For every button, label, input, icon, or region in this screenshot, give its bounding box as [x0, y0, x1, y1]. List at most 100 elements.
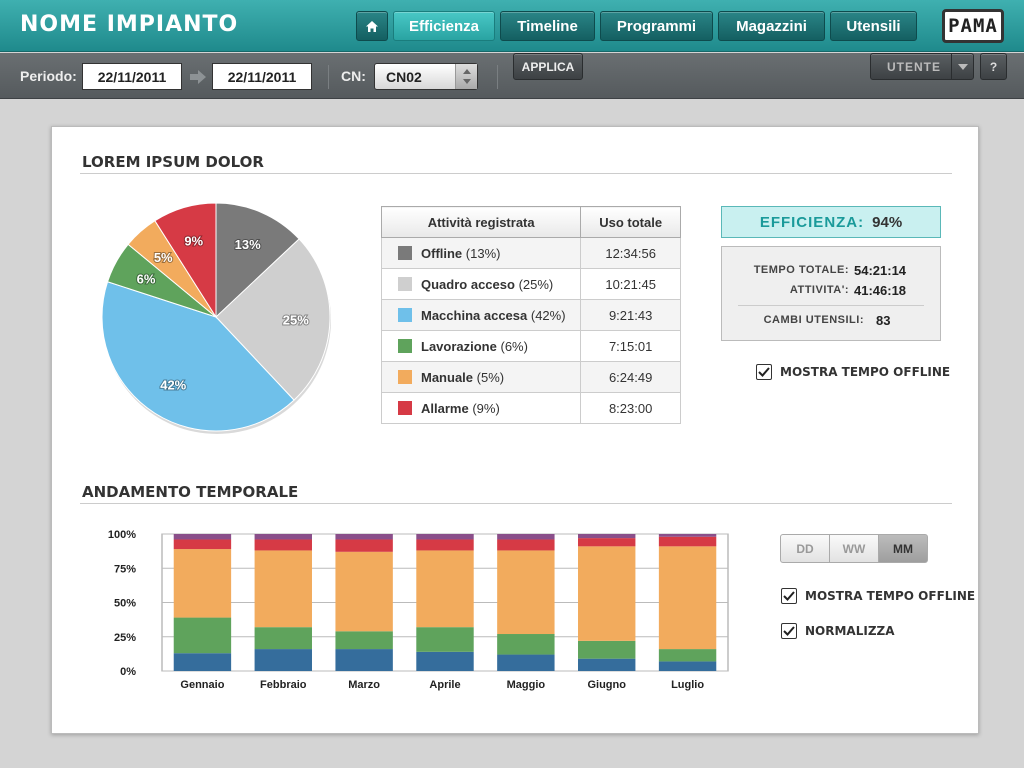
trend-section-title: ANDAMENTO TEMPORALE [82, 483, 299, 501]
segment-mm[interactable]: MM [878, 534, 928, 563]
pie-label: 6% [137, 272, 156, 287]
checkbox[interactable] [781, 588, 797, 604]
x-tick-label: Aprile [429, 679, 460, 691]
y-tick-label: 75% [114, 563, 136, 575]
x-tick-label: Marzo [348, 679, 380, 691]
checkmark-icon [783, 591, 795, 601]
bar-segment [578, 534, 636, 539]
nav-tab-efficienza[interactable]: Efficienza [393, 11, 495, 41]
main-nav: Efficienza Timeline Programmi Magazzini … [356, 11, 917, 41]
activity-name: Quadro acceso [421, 276, 515, 292]
bar-segment [658, 661, 717, 671]
tool-changes-label: CAMBI UTENSILI: [763, 314, 864, 326]
checkmark-icon [783, 626, 795, 636]
cn-select-value: CN02 [386, 69, 422, 85]
period-granularity-toggle: DD WW MM [780, 534, 928, 563]
show-offline-checkbox-trend[interactable]: MOSTRA TEMPO OFFLINE [781, 588, 975, 604]
home-button[interactable] [356, 11, 388, 41]
bar-segment [335, 551, 393, 632]
efficiency-label: EFFICIENZA: [759, 213, 865, 231]
bar-segment [416, 539, 474, 551]
x-tick-label: Febbraio [260, 679, 307, 691]
tool-changes-value: 83 [876, 313, 891, 328]
table-row: Quadro acceso (25%) 10:21:45 [380, 268, 681, 300]
activity-pct: (9%) [472, 400, 500, 416]
date-to-input[interactable]: 22/11/2011 [212, 63, 312, 90]
bar-segment [254, 627, 312, 650]
user-menu-button[interactable]: UTENTE [870, 53, 974, 80]
usage-cell: 8:23:00 [580, 392, 681, 424]
bar-segment [658, 534, 717, 537]
table-row: Lavorazione (6%) 7:15:01 [380, 330, 681, 362]
activity-cell: Manuale (5%) [380, 361, 582, 393]
segment-ww[interactable]: WW [829, 534, 879, 563]
legend-swatch [398, 369, 412, 384]
legend-swatch [398, 338, 412, 353]
bar-segment [578, 658, 636, 671]
activity-cell: Lavorazione (6%) [380, 330, 582, 362]
bar-segment [497, 654, 555, 671]
usage-cell: 12:34:56 [580, 237, 681, 269]
spinner-arrows-icon [463, 69, 471, 84]
x-tick-label: Gennaio [180, 679, 224, 691]
activity-pct: (6%) [500, 338, 528, 354]
checkbox[interactable] [781, 623, 797, 639]
pie-label: 42% [160, 377, 186, 392]
nav-tab-timeline[interactable]: Timeline [500, 11, 595, 41]
bar-segment [578, 640, 636, 659]
nav-tab-utensili[interactable]: Utensili [830, 11, 917, 41]
nav-tab-programmi[interactable]: Programmi [600, 11, 713, 41]
segment-dd[interactable]: DD [780, 534, 830, 563]
bar-segment [173, 549, 232, 618]
bar-segment [497, 550, 555, 635]
help-button[interactable]: ? [980, 53, 1007, 80]
section-divider [80, 173, 952, 174]
bar-segment [416, 534, 474, 540]
bar-segment [254, 534, 312, 540]
bar-segment [578, 538, 636, 547]
date-from-input[interactable]: 22/11/2011 [82, 63, 182, 90]
apply-button[interactable]: APPLICA [513, 53, 583, 80]
activity-cell: Quadro acceso (25%) [380, 268, 582, 300]
usage-cell: 10:21:45 [580, 268, 681, 300]
activity-pct: (42%) [530, 307, 566, 323]
total-time-label: TEMPO TOTALE: [753, 264, 849, 276]
checkbox-label: MOSTRA TEMPO OFFLINE [805, 589, 976, 603]
activity-name: Offline [421, 245, 463, 261]
table-row: Allarme (9%) 8:23:00 [380, 392, 681, 424]
x-tick-label: Giugno [587, 679, 626, 691]
arrow-right-icon [190, 70, 206, 84]
pie-label: 25% [283, 313, 309, 328]
toolbar-divider [497, 65, 498, 89]
activity-name: Allarme [421, 400, 469, 416]
nav-tab-magazzini[interactable]: Magazzini [718, 11, 825, 41]
cn-spinner[interactable] [455, 64, 477, 89]
stats-divider [738, 305, 924, 306]
checkbox[interactable] [756, 364, 772, 380]
top-bar: NOME IMPIANTO Efficienza Timeline Progra… [0, 0, 1024, 52]
activity-cell: Macchina accesa (42%) [380, 299, 582, 331]
checkbox-label: NORMALIZZA [805, 624, 895, 638]
bar-segment [254, 539, 312, 551]
bar-segment [658, 649, 717, 662]
legend-swatch [398, 276, 412, 291]
col-activity-header: Attività registrata [380, 206, 582, 238]
usage-cell: 7:15:01 [580, 330, 681, 362]
x-tick-label: Luglio [671, 679, 704, 691]
table-header-row: Attività registrata Uso totale [380, 206, 681, 238]
bar-segment [658, 536, 717, 547]
bar-segment [335, 649, 393, 671]
y-tick-label: 50% [114, 598, 136, 610]
efficiency-value: 94% [872, 213, 903, 231]
period-label: Periodo: [20, 68, 77, 84]
chevron-down-icon [957, 63, 968, 70]
activity-pct: (13%) [465, 245, 501, 261]
activity-time-value: 41:46:18 [854, 283, 907, 298]
cn-select[interactable]: CN02 [374, 63, 478, 90]
normalize-checkbox[interactable]: NORMALIZZA [781, 623, 895, 639]
show-offline-checkbox-summary[interactable]: MOSTRA TEMPO OFFLINE [756, 364, 950, 380]
activity-pie-chart: 13% 25% 42% 6% 5% 9% [101, 202, 331, 434]
bar-segment [416, 651, 474, 671]
toolbar-divider [328, 65, 329, 89]
bar-segment [173, 539, 232, 550]
